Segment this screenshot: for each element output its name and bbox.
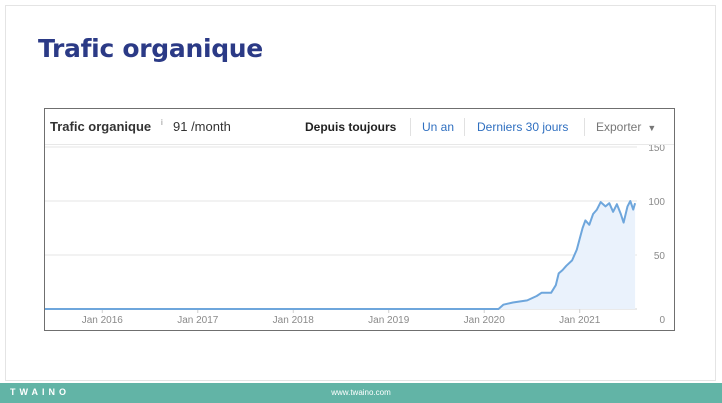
range-divider <box>464 118 465 136</box>
range-divider <box>410 118 411 136</box>
organic-traffic-widget: Trafic organique i 91 /month Depuis touj… <box>44 108 675 331</box>
export-label: Exporter <box>596 120 642 134</box>
x-tick-label: Jan 2021 <box>559 315 601 326</box>
y-tick-label: 150 <box>648 145 665 154</box>
range-one-year-tab[interactable]: Un an <box>422 120 454 134</box>
slide-title: Trafic organique <box>38 34 263 63</box>
chevron-down-icon: ▼ <box>647 123 657 133</box>
range-all-time-tab[interactable]: Depuis toujours <box>305 120 396 134</box>
info-icon[interactable]: i <box>161 118 163 127</box>
x-tick-label: Jan 2019 <box>368 315 410 326</box>
widget-title: Trafic organique <box>50 119 152 134</box>
range-30-days-tab[interactable]: Derniers 30 jours <box>477 120 568 134</box>
y-tick-label: 0 <box>659 315 665 326</box>
y-tick-label: 100 <box>648 197 665 208</box>
footer-url[interactable]: www.twaino.com <box>0 388 722 397</box>
footer-bar: TWAINO www.twaino.com <box>0 383 722 403</box>
export-button[interactable]: Exporter ▼ <box>596 120 656 134</box>
range-divider <box>584 118 585 136</box>
x-tick-label: Jan 2020 <box>464 315 506 326</box>
widget-header: Trafic organique i 91 /month Depuis touj… <box>45 109 674 145</box>
traffic-chart: 150 100 50 0 Jan 2016 Jan 2017 Jan 2018 Jan 201… <box>45 145 666 326</box>
x-tick-label: Jan 2017 <box>177 315 219 326</box>
traffic-value: 91 /month <box>173 119 231 134</box>
x-tick-label: Jan 2016 <box>82 315 124 326</box>
slide: Trafic organique Trafic organique i 91 /… <box>0 0 722 403</box>
x-tick-label: Jan 2018 <box>273 315 315 326</box>
y-tick-label: 50 <box>654 251 666 262</box>
